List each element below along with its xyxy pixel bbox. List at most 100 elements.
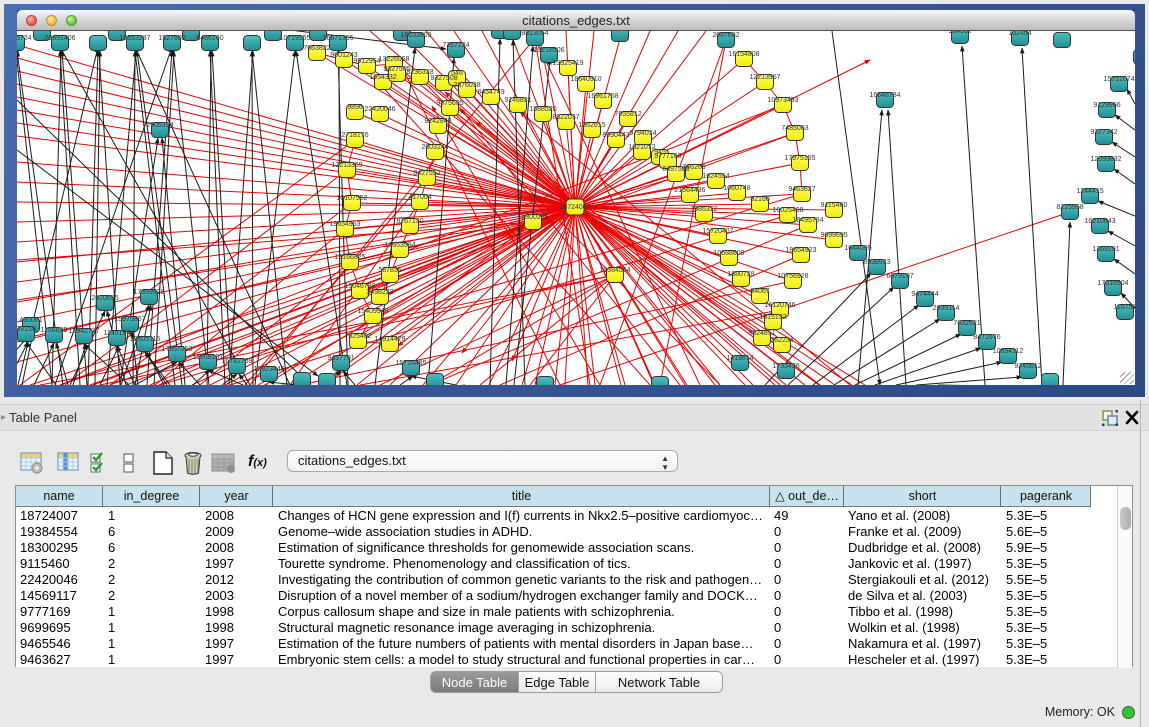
svg-text:84067: 84067 bbox=[750, 288, 770, 295]
svg-text:13226058: 13226058 bbox=[378, 56, 409, 63]
svg-text:17016504: 17016504 bbox=[1097, 280, 1128, 287]
svg-text:15409949: 15409949 bbox=[357, 308, 388, 315]
svg-text:15751074: 15751074 bbox=[1103, 76, 1134, 83]
svg-text:10973493: 10973493 bbox=[767, 97, 798, 104]
svg-text:2905334: 2905334 bbox=[146, 122, 173, 129]
svg-text:18640910: 18640910 bbox=[570, 76, 601, 83]
svg-text:10719155: 10719155 bbox=[279, 35, 310, 42]
svg-text:16120746: 16120746 bbox=[764, 302, 795, 309]
svg-text:16782759: 16782759 bbox=[221, 358, 252, 365]
svg-text:10756928: 10756928 bbox=[777, 273, 808, 280]
svg-text:14055724: 14055724 bbox=[17, 35, 32, 42]
svg-text:1527602: 1527602 bbox=[158, 35, 185, 42]
svg-text:12942737: 12942737 bbox=[68, 328, 99, 335]
svg-text:7357224: 7357224 bbox=[442, 42, 469, 49]
svg-text:22420046: 22420046 bbox=[364, 106, 395, 113]
svg-text:7632621: 7632621 bbox=[953, 320, 980, 327]
svg-text:14914479: 14914479 bbox=[374, 336, 405, 343]
svg-text:8427552: 8427552 bbox=[413, 170, 440, 177]
svg-text:9524851: 9524851 bbox=[748, 330, 775, 337]
svg-text:17957253: 17957253 bbox=[161, 346, 192, 353]
svg-text:7986322: 7986322 bbox=[690, 206, 717, 213]
svg-text:435061: 435061 bbox=[19, 317, 42, 324]
svg-text:7955812: 7955812 bbox=[614, 111, 641, 118]
svg-text:10107552: 10107552 bbox=[336, 195, 367, 202]
svg-text:18654923: 18654923 bbox=[785, 247, 816, 254]
svg-text:9146821: 9146821 bbox=[504, 97, 531, 104]
svg-text:1145194: 1145194 bbox=[104, 330, 131, 337]
svg-text:13353594: 13353594 bbox=[384, 242, 415, 249]
svg-text:9699695: 9699695 bbox=[820, 232, 847, 239]
svg-text:116753: 116753 bbox=[1114, 304, 1135, 311]
svg-text:8813054: 8813054 bbox=[521, 31, 548, 37]
svg-text:7485063: 7485063 bbox=[781, 125, 808, 132]
svg-text:62160: 62160 bbox=[750, 196, 770, 203]
svg-text:1419614: 1419614 bbox=[726, 355, 753, 362]
svg-text:16961758: 16961758 bbox=[587, 93, 618, 100]
svg-text:1621072: 1621072 bbox=[628, 144, 655, 151]
svg-text:19218506: 19218506 bbox=[533, 47, 564, 54]
svg-text:1733426: 1733426 bbox=[772, 363, 799, 370]
svg-text:8267130: 8267130 bbox=[396, 218, 423, 225]
svg-text:8938923: 8938923 bbox=[863, 259, 890, 266]
svg-text:9896: 9896 bbox=[347, 104, 363, 111]
svg-text:15720407: 15720407 bbox=[702, 228, 733, 235]
svg-text:417004: 417004 bbox=[408, 194, 431, 201]
svg-text:16210643: 16210643 bbox=[1084, 218, 1115, 225]
svg-text:2876038: 2876038 bbox=[453, 82, 480, 89]
svg-text:19166825: 19166825 bbox=[334, 254, 365, 261]
svg-text:10025488: 10025488 bbox=[772, 207, 803, 214]
svg-text:12923445: 12923445 bbox=[253, 366, 284, 373]
svg-text:9794024: 9794024 bbox=[629, 130, 656, 137]
svg-text:1624554: 1624554 bbox=[702, 173, 729, 180]
svg-text:39159: 39159 bbox=[17, 326, 36, 333]
svg-text:8454749: 8454749 bbox=[477, 89, 504, 96]
svg-text:9912954: 9912954 bbox=[353, 58, 380, 65]
svg-text:546: 546 bbox=[451, 70, 463, 77]
svg-text:1156829: 1156829 bbox=[41, 327, 68, 334]
svg-text:252234: 252234 bbox=[770, 337, 793, 344]
svg-text:1615132: 1615132 bbox=[759, 314, 786, 321]
svg-text:8322037: 8322037 bbox=[552, 114, 579, 121]
svg-text:1880728: 1880728 bbox=[727, 271, 754, 278]
svg-text:2935114: 2935114 bbox=[933, 305, 960, 312]
svg-text:9115460: 9115460 bbox=[821, 202, 848, 209]
svg-text:102454: 102454 bbox=[1008, 31, 1031, 37]
svg-text:746266: 746266 bbox=[682, 164, 705, 171]
svg-text:19384554: 19384554 bbox=[599, 267, 630, 274]
svg-text:9327505: 9327505 bbox=[383, 66, 410, 73]
svg-text:18300295: 18300295 bbox=[517, 214, 548, 221]
svg-text:2803144: 2803144 bbox=[421, 144, 448, 151]
svg-text:9457791: 9457791 bbox=[327, 355, 354, 362]
svg-text:7625402: 7625402 bbox=[344, 333, 371, 340]
svg-text:16648784: 16648784 bbox=[869, 92, 900, 99]
svg-text:2087682: 2087682 bbox=[712, 32, 739, 39]
svg-text:13325419: 13325419 bbox=[552, 60, 583, 67]
svg-text:20691406: 20691406 bbox=[44, 35, 75, 42]
svg-text:9129966: 9129966 bbox=[1093, 102, 1120, 109]
svg-text:10553287: 10553287 bbox=[119, 35, 150, 42]
svg-text:12505115: 12505115 bbox=[130, 336, 161, 343]
svg-text:11958107: 11958107 bbox=[193, 354, 224, 361]
svg-text:9474444: 9474444 bbox=[911, 291, 938, 298]
svg-text:10688609: 10688609 bbox=[713, 250, 744, 257]
svg-text:1654332: 1654332 bbox=[369, 74, 396, 81]
svg-text:9245612: 9245612 bbox=[1014, 363, 1041, 370]
svg-text:8990443: 8990443 bbox=[602, 132, 629, 139]
svg-text:8471676: 8471676 bbox=[973, 334, 1000, 341]
svg-text:1588520: 1588520 bbox=[529, 106, 556, 113]
svg-text:12213369: 12213369 bbox=[331, 162, 362, 169]
svg-text:12213967: 12213967 bbox=[749, 74, 780, 81]
svg-text:1369291: 1369291 bbox=[1092, 246, 1119, 253]
svg-text:9227342: 9227342 bbox=[1090, 129, 1117, 136]
svg-text:3498222: 3498222 bbox=[366, 289, 393, 296]
svg-text:7663822: 7663822 bbox=[303, 45, 330, 52]
svg-text:1644095: 1644095 bbox=[844, 245, 871, 252]
svg-text:12093832: 12093832 bbox=[1090, 156, 1121, 163]
svg-text:16154808: 16154808 bbox=[728, 51, 759, 58]
svg-text:17359928: 17359928 bbox=[133, 289, 164, 296]
svg-text:9463627: 9463627 bbox=[788, 186, 815, 193]
svg-text:21564436: 21564436 bbox=[674, 187, 705, 194]
svg-text:19975867: 19975867 bbox=[114, 316, 145, 323]
svg-text:18495784: 18495784 bbox=[792, 217, 823, 224]
